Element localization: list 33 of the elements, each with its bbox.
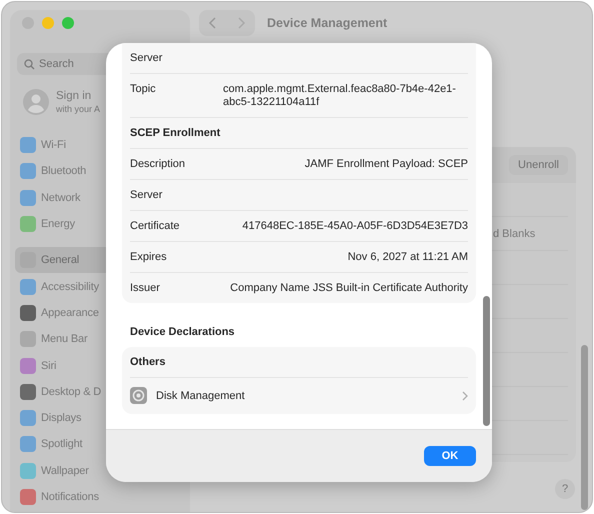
ok-button[interactable]: OK: [424, 446, 476, 466]
help-button[interactable]: ?: [555, 479, 575, 499]
window-title: Device Management: [267, 16, 388, 30]
scroll-bar[interactable]: [581, 345, 588, 510]
chevron-icon: [462, 390, 468, 400]
field-value: Nov 6, 2027 at 11:21 AM: [348, 251, 468, 264]
avatar-icon: [23, 89, 49, 115]
sign-in-subtitle: with your A: [56, 103, 100, 115]
field-value: 417648EC-185E-45A0-A05F-6D3D54E3E7D3: [242, 220, 468, 233]
field-label: Topic: [130, 83, 156, 96]
sidebar-item[interactable]: Notifications: [15, 484, 183, 510]
row-text: d Blanks: [493, 228, 536, 240]
sign-in-title[interactable]: Sign in: [56, 89, 100, 103]
field-label: Certificate: [130, 220, 180, 233]
unenroll-button[interactable]: Unenroll: [509, 155, 568, 175]
field-label: Server: [130, 189, 162, 202]
section-heading: SCEP Enrollment: [130, 127, 220, 140]
search-icon: [24, 58, 35, 70]
field-label: Server: [130, 52, 162, 65]
zoom-button[interactable]: [62, 17, 74, 29]
field-label: Issuer: [130, 282, 160, 295]
field-label: Expires: [130, 251, 167, 264]
minimize-button[interactable]: [42, 17, 54, 29]
sidebar-item[interactable]: Wallpaper: [15, 458, 183, 484]
field-value: com.apple.mgmt.External.feac8a80-7b4e-42e1-abc5-13221104a11f: [223, 83, 457, 109]
field-value: JAMF Enrollment Payload: SCEP: [304, 158, 468, 171]
section-heading: Device Declarations: [130, 326, 236, 338]
sidebar-item[interactable]: Spotlight: [15, 431, 183, 458]
scroll-bar[interactable]: [483, 296, 490, 426]
sidebar-item[interactable]: Appearance: [15, 300, 183, 326]
field-value: Company Name JSS Built-in Certificate Authority: [230, 282, 468, 295]
group-heading: Others: [130, 356, 166, 369]
field-label: Description: [130, 158, 186, 171]
